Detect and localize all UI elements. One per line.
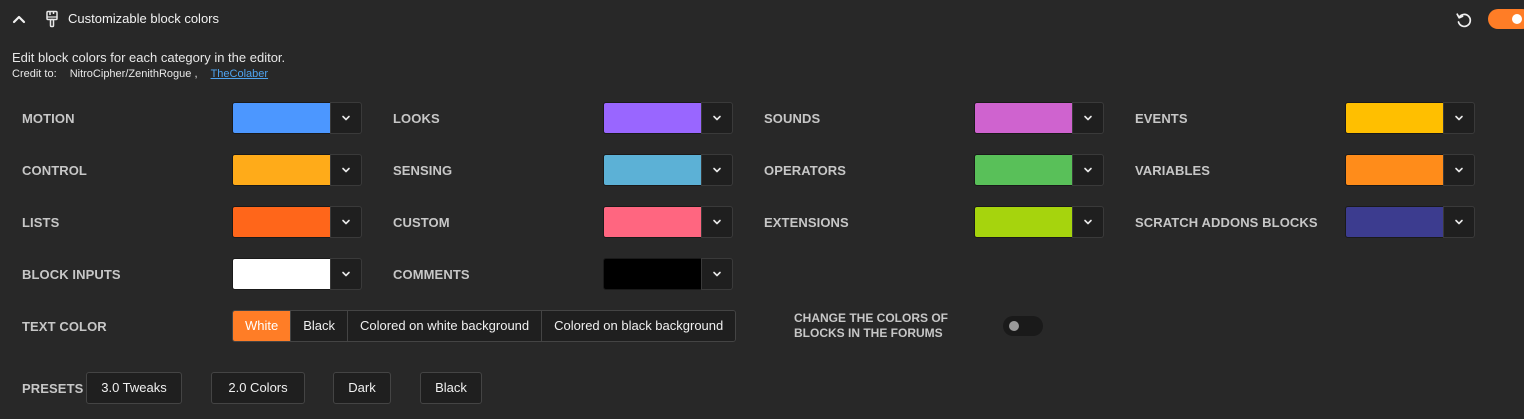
color-swatch[interactable] xyxy=(603,102,702,134)
color-picker-events[interactable] xyxy=(1345,102,1475,134)
dropdown-button[interactable] xyxy=(330,258,362,290)
credit-line: Credit to: NitroCipher/ZenithRogue , The… xyxy=(12,68,268,80)
dropdown-button[interactable] xyxy=(1443,206,1475,238)
chevron-up-icon[interactable] xyxy=(10,10,28,28)
label-text-color: TEXT COLOR xyxy=(22,319,107,334)
chevron-down-icon xyxy=(713,115,721,121)
dropdown-button[interactable] xyxy=(1443,154,1475,186)
label-block-inputs: BLOCK INPUTS xyxy=(22,267,121,282)
credit-author-2-link[interactable]: TheColaber xyxy=(211,68,268,80)
chevron-down-icon xyxy=(1084,219,1092,225)
toggle-knob xyxy=(1512,14,1522,24)
color-swatch[interactable] xyxy=(232,258,331,290)
text-color-option-white[interactable]: White xyxy=(233,311,292,341)
addon-enable-toggle[interactable] xyxy=(1488,9,1524,29)
chevron-down-icon xyxy=(713,219,721,225)
color-picker-block-inputs[interactable] xyxy=(232,258,362,290)
dropdown-button[interactable] xyxy=(330,102,362,134)
color-swatch[interactable] xyxy=(974,154,1073,186)
color-swatch[interactable] xyxy=(1345,206,1444,238)
color-swatch[interactable] xyxy=(974,206,1073,238)
dropdown-button[interactable] xyxy=(1072,102,1104,134)
color-picker-variables[interactable] xyxy=(1345,154,1475,186)
dropdown-button[interactable] xyxy=(330,206,362,238)
credit-separator: , xyxy=(194,68,198,80)
label-extensions: EXTENSIONS xyxy=(764,215,849,230)
chevron-down-icon xyxy=(342,219,350,225)
dropdown-button[interactable] xyxy=(701,258,733,290)
dropdown-button[interactable] xyxy=(701,154,733,186)
chevron-down-icon xyxy=(1084,115,1092,121)
dropdown-button[interactable] xyxy=(1072,154,1104,186)
label-looks: LOOKS xyxy=(393,111,440,126)
color-picker-custom[interactable] xyxy=(603,206,733,238)
label-sa-blocks: SCRATCH ADDONS BLOCKS xyxy=(1135,215,1318,230)
label-custom: CUSTOM xyxy=(393,215,450,230)
credit-author-1: NitroCipher/ZenithRogue xyxy=(69,68,192,80)
label-events: EVENTS xyxy=(1135,111,1188,126)
color-picker-lists[interactable] xyxy=(232,206,362,238)
color-swatch[interactable] xyxy=(974,102,1073,134)
text-color-option-colored-white[interactable]: Colored on white background xyxy=(348,311,543,341)
chevron-down-icon xyxy=(342,167,350,173)
dropdown-button[interactable] xyxy=(1443,102,1475,134)
label-sounds: SOUNDS xyxy=(764,111,821,126)
chevron-down-icon xyxy=(713,167,721,173)
chevron-down-icon xyxy=(713,271,721,277)
addon-description: Edit block colors for each category in t… xyxy=(12,50,286,65)
label-forums-colors: CHANGE THE COLORS OF BLOCKS IN THE FORUM… xyxy=(794,311,949,340)
color-swatch[interactable] xyxy=(603,258,702,290)
chevron-down-icon xyxy=(342,115,350,121)
color-picker-operators[interactable] xyxy=(974,154,1104,186)
label-comments: COMMENTS xyxy=(393,267,470,282)
preset-button-dark[interactable]: Dark xyxy=(333,372,391,404)
label-sensing: SENSING xyxy=(393,163,453,178)
color-picker-sounds[interactable] xyxy=(974,102,1104,134)
color-swatch[interactable] xyxy=(232,102,331,134)
text-color-option-colored-black[interactable]: Colored on black background xyxy=(542,311,736,341)
toggle-knob xyxy=(1009,321,1019,331)
chevron-down-icon xyxy=(1455,167,1463,173)
addon-header: Customizable block colors xyxy=(0,0,1524,40)
chevron-down-icon xyxy=(1455,219,1463,225)
label-control: CONTROL xyxy=(22,163,87,178)
color-picker-control[interactable] xyxy=(232,154,362,186)
preset-button-black[interactable]: Black xyxy=(420,372,482,404)
color-picker-comments[interactable] xyxy=(603,258,733,290)
dropdown-button[interactable] xyxy=(330,154,362,186)
color-swatch[interactable] xyxy=(603,154,702,186)
label-lists: LISTS xyxy=(22,215,60,230)
credit-prefix: Credit to: xyxy=(12,68,57,80)
color-swatch[interactable] xyxy=(1345,102,1444,134)
addon-title: Customizable block colors xyxy=(68,11,220,26)
color-swatch[interactable] xyxy=(1345,154,1444,186)
dropdown-button[interactable] xyxy=(1072,206,1104,238)
color-picker-motion[interactable] xyxy=(232,102,362,134)
color-picker-extensions[interactable] xyxy=(974,206,1104,238)
text-color-selector: White Black Colored on white background … xyxy=(232,310,737,342)
brush-icon xyxy=(46,10,58,28)
color-picker-looks[interactable] xyxy=(603,102,733,134)
color-swatch[interactable] xyxy=(232,206,331,238)
chevron-down-icon xyxy=(1084,167,1092,173)
label-presets: PRESETS xyxy=(22,381,84,396)
preset-button-3-0-tweaks[interactable]: 3.0 Tweaks xyxy=(86,372,182,404)
label-operators: OPERATORS xyxy=(764,163,847,178)
chevron-down-icon xyxy=(1455,115,1463,121)
dropdown-button[interactable] xyxy=(701,102,733,134)
color-swatch[interactable] xyxy=(603,206,702,238)
color-picker-sensing[interactable] xyxy=(603,154,733,186)
label-motion: MOTION xyxy=(22,111,75,126)
label-variables: VARIABLES xyxy=(1135,163,1211,178)
dropdown-button[interactable] xyxy=(701,206,733,238)
text-color-option-black[interactable]: Black xyxy=(291,311,349,341)
reset-icon[interactable] xyxy=(1454,10,1474,30)
chevron-down-icon xyxy=(342,271,350,277)
color-picker-sa-blocks[interactable] xyxy=(1345,206,1475,238)
color-swatch[interactable] xyxy=(232,154,331,186)
preset-button-2-0-colors[interactable]: 2.0 Colors xyxy=(211,372,305,404)
forums-colors-toggle[interactable] xyxy=(1003,316,1043,336)
